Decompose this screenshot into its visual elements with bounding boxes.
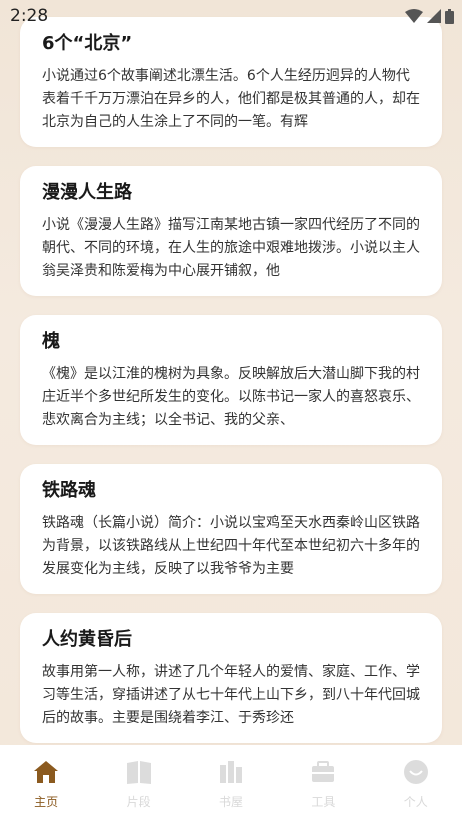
tab-label: 个人 bbox=[403, 795, 428, 809]
bottom-tab-bar: 主页 片段 书屋 工具 个人 bbox=[0, 745, 462, 823]
book-list[interactable]: 6个“北京” 小说通过6个故事阐述北漂生活。6个人生经历迥异的人物代表着千千万万… bbox=[0, 0, 462, 745]
book-title: 槐 bbox=[42, 331, 60, 352]
book-card[interactable]: 槐 《槐》是以江淮的槐树为具象。反映解放后大潜山脚下我的村庄近半个多世纪所发生的… bbox=[20, 315, 442, 445]
tab-bookstore[interactable]: 书屋 bbox=[196, 745, 266, 810]
battery-icon bbox=[445, 8, 454, 24]
book-card[interactable]: 铁路魂 铁路魂（长篇小说）简介：小说以宝鸡至天水西秦岭山区铁路为背景，以该铁路线… bbox=[20, 464, 442, 594]
home-icon bbox=[33, 759, 59, 785]
book-title: 人约黄昏后 bbox=[42, 629, 132, 650]
tab-tools[interactable]: 工具 bbox=[288, 745, 358, 810]
book-title: 铁路魂 bbox=[42, 480, 96, 501]
status-bar: 2:28 bbox=[0, 0, 462, 32]
book-card[interactable]: 人约黄昏后 故事用第一人称，讲述了几个年轻人的爱情、家庭、工作、学习等生活，穿插… bbox=[20, 613, 442, 743]
wifi-icon bbox=[405, 9, 423, 23]
book-title: 漫漫人生路 bbox=[42, 182, 132, 203]
book-description: 小说通过6个故事阐述北漂生活。6个人生经历迥异的人物代表着千千万万漂泊在异乡的人… bbox=[42, 68, 420, 130]
tab-snippets[interactable]: 片段 bbox=[104, 745, 174, 810]
toolbox-icon bbox=[310, 759, 336, 785]
tab-label: 片段 bbox=[126, 795, 151, 809]
tab-label: 书屋 bbox=[218, 795, 243, 809]
tab-label: 工具 bbox=[311, 795, 336, 809]
book-description: 铁路魂（长篇小说）简介：小说以宝鸡至天水西秦岭山区铁路为背景，以该铁路线从上世纪… bbox=[42, 515, 420, 577]
status-icons bbox=[405, 8, 454, 24]
person-icon bbox=[403, 759, 429, 785]
book-title: 6个“北京” bbox=[42, 33, 133, 54]
book-description: 小说《漫漫人生路》描写江南某地古镇一家四代经历了不同的朝代、不同的环境，在人生的… bbox=[42, 217, 420, 279]
book-description: 《槐》是以江淮的槐树为具象。反映解放后大潜山脚下我的村庄近半个多世纪所发生的变化… bbox=[42, 366, 420, 428]
book-description: 故事用第一人称，讲述了几个年轻人的爱情、家庭、工作、学习等生活，穿插讲述了从七十… bbox=[42, 664, 420, 726]
bookshelf-icon bbox=[218, 759, 244, 785]
book-card[interactable]: 漫漫人生路 小说《漫漫人生路》描写江南某地古镇一家四代经历了不同的朝代、不同的环… bbox=[20, 166, 442, 296]
tab-profile[interactable]: 个人 bbox=[381, 745, 451, 810]
tab-home[interactable]: 主页 bbox=[11, 745, 81, 810]
book-icon bbox=[126, 759, 152, 785]
signal-icon bbox=[427, 9, 441, 23]
tab-label: 主页 bbox=[34, 795, 59, 809]
book-card[interactable]: 6个“北京” 小说通过6个故事阐述北漂生活。6个人生经历迥异的人物代表着千千万万… bbox=[20, 17, 442, 147]
status-time: 2:28 bbox=[10, 6, 49, 26]
